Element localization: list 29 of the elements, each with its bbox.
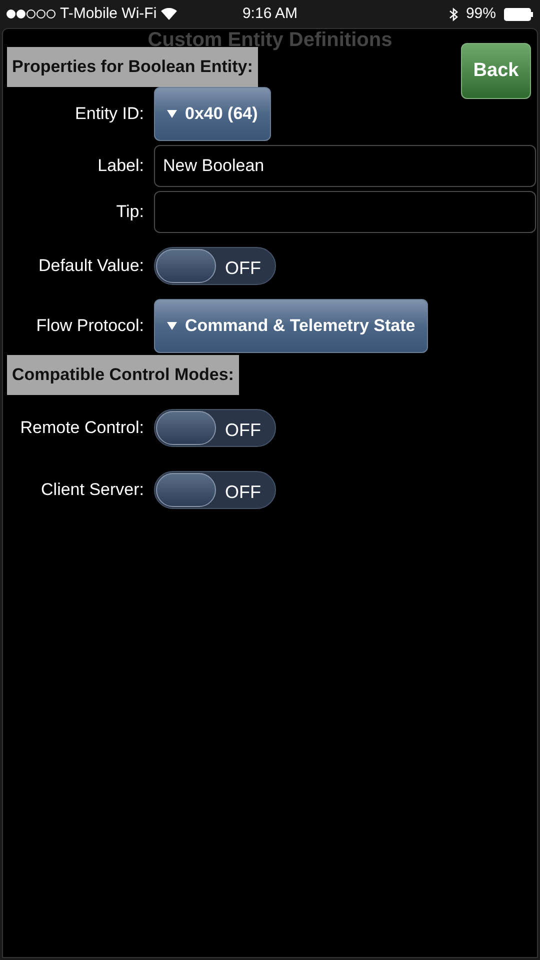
caret-icon xyxy=(167,322,177,330)
field-label: Entity ID: xyxy=(75,103,144,126)
dropdown-button[interactable]: 0x40 (64) xyxy=(154,87,271,141)
text-field[interactable]: New Boolean xyxy=(154,145,536,187)
signal-icon xyxy=(6,9,56,19)
carrier-text: T-Mobile Wi-Fi xyxy=(60,4,157,24)
battery-icon xyxy=(504,8,534,20)
back-button[interactable]: Back xyxy=(461,43,531,99)
wifi-icon xyxy=(160,8,177,20)
field-label: Default Value: xyxy=(38,255,144,278)
caret-icon xyxy=(167,110,177,118)
toggle-state-text: OFF xyxy=(225,257,261,280)
toggle-switch[interactable]: OFF xyxy=(154,408,276,446)
field-label: Tip: xyxy=(116,201,144,224)
clock-text: 9:16 AM xyxy=(241,4,299,24)
section-heading: Compatible Control Modes: xyxy=(7,355,239,394)
toggle-switch[interactable]: OFF xyxy=(154,470,276,508)
text-field[interactable] xyxy=(154,191,536,233)
field-label: Label: xyxy=(98,155,144,178)
toggle-state-text: OFF xyxy=(225,480,261,504)
dropdown-button[interactable]: Command & Telemetry State xyxy=(154,299,428,353)
bluetooth-icon xyxy=(448,6,458,22)
field-label: Remote Control: xyxy=(20,416,144,439)
section-heading: Properties for Boolean Entity: xyxy=(7,47,258,86)
toggle-state-text: OFF xyxy=(225,418,261,442)
field-label: Client Server: xyxy=(41,478,144,501)
battery-text: 99% xyxy=(466,4,496,24)
toggle-switch[interactable]: OFF xyxy=(154,247,276,285)
field-label: Flow Protocol: xyxy=(36,315,144,338)
